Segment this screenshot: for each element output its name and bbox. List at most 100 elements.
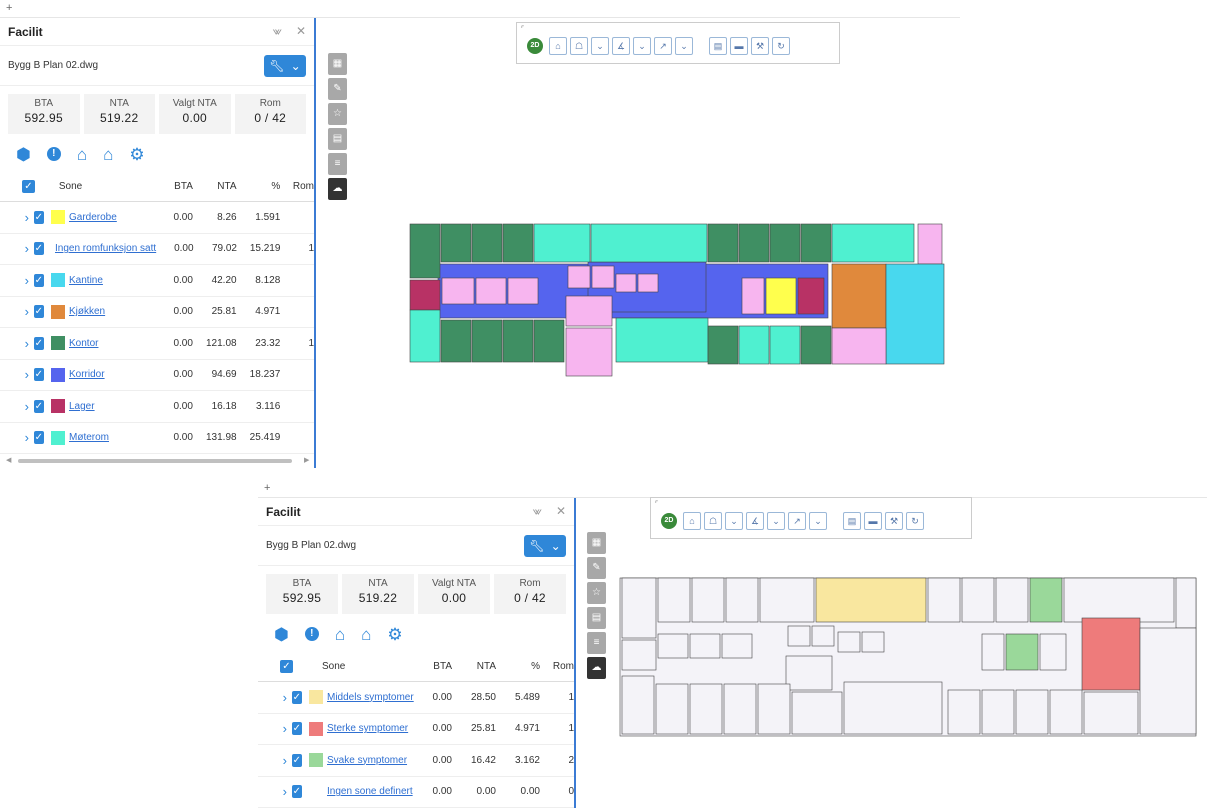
zone-link[interactable]: Kantine (69, 275, 103, 286)
meeting-room[interactable] (534, 224, 590, 262)
chevron-right-icon[interactable]: › (280, 721, 290, 736)
strong-symptoms-room[interactable] (1082, 618, 1140, 690)
floor-plan-colored[interactable] (408, 222, 946, 378)
zone-row[interactable]: › ✓ Svake symptomer 0.00 16.42 3.162 2 (258, 745, 574, 777)
scroll-left-icon[interactable]: ◀ (6, 456, 11, 464)
scroll-thumb[interactable] (18, 459, 292, 463)
storage-room[interactable] (410, 280, 440, 310)
office-room[interactable] (622, 578, 656, 638)
row-checkbox[interactable]: ✓ (34, 400, 44, 413)
zone-row[interactable]: › ✓ Ingen romfunksjon satt 0.00 79.02 15… (0, 234, 314, 266)
star-icon[interactable]: ☆ (328, 103, 347, 125)
office-room[interactable] (928, 578, 960, 622)
home-icon[interactable]: ⌂ (103, 146, 113, 163)
tools-dropdown-button[interactable]: 🔧︎ ⌄ (264, 55, 306, 77)
office-room[interactable] (948, 690, 980, 734)
zone-row[interactable]: › ✓ Kjøkken 0.00 25.81 4.971 (0, 297, 314, 329)
zone-row[interactable]: › ✓ Garderobe 0.00 8.26 1.591 (0, 202, 314, 234)
gear-icon[interactable]: ⚙︎ (387, 626, 402, 643)
unassigned-room[interactable] (568, 266, 590, 288)
col-pct[interactable]: % (496, 661, 540, 672)
zone-link[interactable]: Korridor (69, 369, 105, 380)
zone-link[interactable]: Garderobe (69, 212, 117, 223)
office-room[interactable] (962, 578, 994, 622)
zone-link[interactable]: Møterom (69, 432, 109, 443)
row-checkbox[interactable]: ✓ (34, 305, 44, 318)
zone-link[interactable]: Ingen sone definert (327, 786, 413, 797)
unassigned-room[interactable] (690, 634, 720, 658)
unassigned-room[interactable] (786, 656, 832, 690)
office-room[interactable] (739, 224, 769, 262)
unassigned-room[interactable] (638, 274, 658, 292)
pencil-icon[interactable]: ✎ (587, 557, 606, 579)
chevron-right-icon[interactable]: › (22, 336, 32, 351)
chevron-down-icon[interactable]: ⌄ (725, 512, 743, 530)
zone-row[interactable]: › ✓ Kontor 0.00 121.08 23.32 1 (0, 328, 314, 360)
cube-icon[interactable]: ⬢ (16, 146, 31, 163)
home-icon[interactable]: ⌂ (361, 626, 371, 643)
pin-icon[interactable]: ⩖ (532, 504, 541, 519)
stair-room[interactable] (792, 692, 842, 734)
meeting-room[interactable] (1064, 578, 1174, 622)
select-cursor-icon[interactable]: ↗ (654, 37, 672, 55)
collapse-toolbar-icon[interactable]: ⌜ (521, 25, 524, 33)
unassigned-room[interactable] (788, 626, 810, 646)
home-view-icon[interactable]: ⌂ (683, 512, 701, 530)
office-room[interactable] (441, 320, 471, 362)
refresh-icon[interactable]: ↻ (772, 37, 790, 55)
zone-link[interactable]: Kontor (69, 338, 98, 349)
col-rom[interactable]: Rom (280, 181, 314, 192)
office-room[interactable] (410, 224, 440, 278)
office-room[interactable] (472, 224, 502, 262)
layers-icon[interactable]: ≡ (587, 632, 606, 654)
unassigned-room[interactable] (1084, 692, 1138, 734)
info-icon[interactable]: ! (47, 147, 61, 161)
office-room[interactable] (758, 684, 790, 734)
document-icon[interactable]: ▤ (328, 128, 347, 150)
view-2d-toggle[interactable]: 2D (527, 38, 543, 54)
row-checkbox[interactable]: ✓ (292, 785, 302, 798)
document-icon[interactable]: ▤ (587, 607, 606, 629)
col-bta[interactable]: BTA (155, 181, 193, 192)
stair-room[interactable] (1176, 578, 1196, 628)
view-2d-toggle[interactable]: 2D (661, 513, 677, 529)
row-checkbox[interactable]: ✓ (34, 431, 44, 444)
office-room[interactable] (658, 578, 690, 622)
office-room[interactable] (996, 578, 1028, 622)
zone-row[interactable]: › ✓ Møterom 0.00 131.98 25.419 (0, 423, 314, 455)
chevron-down-icon[interactable]: ⌄ (633, 37, 651, 55)
horizontal-scrollbar[interactable]: ◀ ▶ (0, 454, 314, 468)
office-room[interactable] (801, 224, 831, 262)
new-tab-button[interactable]: + (6, 2, 12, 14)
building-icon[interactable]: ▦ (328, 53, 347, 75)
unassigned-room[interactable] (566, 296, 612, 326)
mild-symptoms-room[interactable] (1030, 578, 1062, 622)
cloud-icon[interactable]: ☁︎ (328, 178, 347, 200)
collapse-toolbar-icon[interactable]: ⌜ (655, 500, 658, 508)
select-all-checkbox[interactable]: ✓ (22, 180, 35, 193)
building-view-icon[interactable]: ☖ (704, 512, 722, 530)
office-room[interactable] (534, 320, 564, 362)
office-room[interactable] (770, 224, 800, 262)
chevron-down-icon[interactable]: ⌄ (767, 512, 785, 530)
office-room[interactable] (801, 326, 831, 364)
office-room[interactable] (724, 684, 756, 734)
unassigned-room[interactable] (658, 634, 688, 658)
canteen-room[interactable] (886, 264, 944, 364)
col-bta[interactable]: BTA (414, 661, 452, 672)
unassigned-room[interactable] (862, 632, 884, 652)
zone-link[interactable]: Middels symptomer (327, 692, 414, 703)
canteen-room[interactable] (1140, 628, 1196, 734)
zone-link[interactable]: Kjøkken (69, 306, 105, 317)
chevron-right-icon[interactable]: › (22, 304, 32, 319)
office-room[interactable] (503, 224, 533, 262)
stair-room[interactable] (918, 224, 942, 264)
col-nta[interactable]: NTA (452, 661, 496, 672)
close-icon[interactable]: ✕ (556, 504, 566, 519)
meeting-room[interactable] (760, 578, 814, 622)
storage-room[interactable] (622, 640, 656, 670)
wrench-icon[interactable]: ⚒ (885, 512, 903, 530)
col-nta[interactable]: NTA (193, 181, 237, 192)
unassigned-room[interactable] (742, 278, 764, 314)
cloud-icon[interactable]: ☁︎ (587, 657, 606, 679)
